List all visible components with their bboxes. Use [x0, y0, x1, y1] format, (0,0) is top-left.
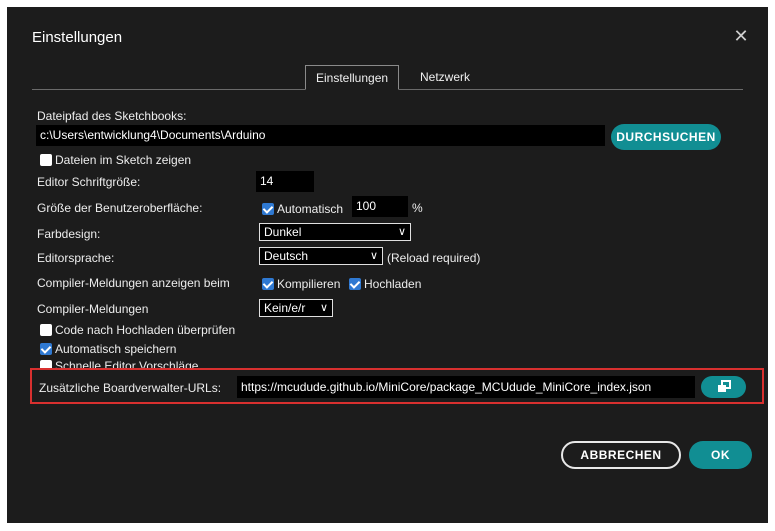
board-urls-label: Zusätzliche Boardverwalter-URLs: — [39, 381, 222, 395]
compile-label: Kompilieren — [277, 276, 341, 291]
upload-label: Hochladen — [364, 276, 422, 291]
show-files-label: Dateien im Sketch zeigen — [55, 152, 192, 167]
theme-label: Farbdesign: — [37, 227, 101, 241]
ui-scale-input[interactable]: 100 — [352, 196, 408, 217]
show-files-checkbox[interactable]: Dateien im Sketch zeigen — [40, 152, 191, 167]
quick-suggestions-label: Schnelle Editor Vorschläge — [55, 358, 199, 368]
theme-select[interactable]: Dunkel ∨ — [259, 223, 411, 241]
dialog-title: Einstellungen — [32, 29, 123, 46]
board-urls-input[interactable]: https://mcudude.github.io/MiniCore/packa… — [237, 376, 695, 398]
quick-suggestions-checkbox[interactable]: Schnelle Editor Vorschläge — [40, 358, 198, 368]
compiler-output-label: Compiler-Meldungen anzeigen beim — [37, 276, 230, 290]
chevron-down-icon: ∨ — [319, 302, 328, 314]
cancel-button[interactable]: ABBRECHEN — [561, 441, 681, 469]
ui-scale-unit: % — [412, 201, 423, 215]
checkbox-box — [40, 323, 52, 336]
chevron-down-icon: ∨ — [369, 250, 378, 262]
compile-checkbox[interactable]: Kompilieren — [262, 276, 340, 291]
theme-selected: Dunkel — [264, 225, 302, 239]
font-size-input[interactable]: 14 — [256, 171, 314, 192]
compiler-warnings-selected: Kein/e/r — [264, 301, 306, 315]
compiler-warnings-label: Compiler-Meldungen — [37, 302, 149, 316]
compiler-warnings-select[interactable]: Kein/e/r ∨ — [259, 299, 333, 317]
preferences-dialog: Einstellungen ✕ Einstellungen Netzwerk D… — [7, 7, 768, 523]
sketchbook-label: Dateipfad des Sketchbooks: — [37, 109, 187, 123]
sketchbook-path-input[interactable]: c:\Users\entwicklung4\Documents\Arduino — [36, 125, 605, 146]
tab-settings[interactable]: Einstellungen — [305, 65, 400, 90]
open-window-icon — [717, 380, 731, 392]
ok-button[interactable]: OK — [689, 441, 752, 469]
autosave-checkbox[interactable]: Automatisch speichern — [40, 341, 176, 356]
close-icon[interactable]: ✕ — [732, 27, 750, 45]
checkbox-box — [262, 277, 274, 290]
verify-after-upload-label: Code nach Hochladen überprüfen — [55, 322, 236, 337]
ui-scale-auto-checkbox[interactable]: Automatisch — [262, 201, 343, 216]
language-selected: Deutsch — [264, 249, 309, 263]
verify-after-upload-checkbox[interactable]: Code nach Hochladen überprüfen — [40, 322, 235, 337]
checkbox-box — [40, 359, 52, 368]
browse-button[interactable]: DURCHSUCHEN — [611, 124, 721, 150]
language-label: Editorsprache: — [37, 251, 115, 265]
tab-network[interactable]: Netzwerk — [410, 65, 480, 90]
language-select[interactable]: Deutsch ∨ — [259, 247, 383, 265]
autosave-label: Automatisch speichern — [55, 341, 177, 356]
board-urls-edit-button[interactable] — [701, 376, 746, 398]
language-note: (Reload required) — [387, 251, 481, 265]
chevron-down-icon: ∨ — [397, 226, 406, 238]
checkbox-box — [40, 153, 52, 166]
checkbox-box — [349, 277, 361, 290]
ui-scale-label: Größe der Benutzeroberfläche: — [37, 201, 203, 215]
ui-scale-auto-label: Automatisch — [277, 201, 344, 216]
checkbox-box — [40, 342, 52, 355]
checkbox-box — [262, 202, 274, 215]
font-size-label: Editor Schriftgröße: — [37, 175, 141, 189]
upload-checkbox[interactable]: Hochladen — [349, 276, 421, 291]
